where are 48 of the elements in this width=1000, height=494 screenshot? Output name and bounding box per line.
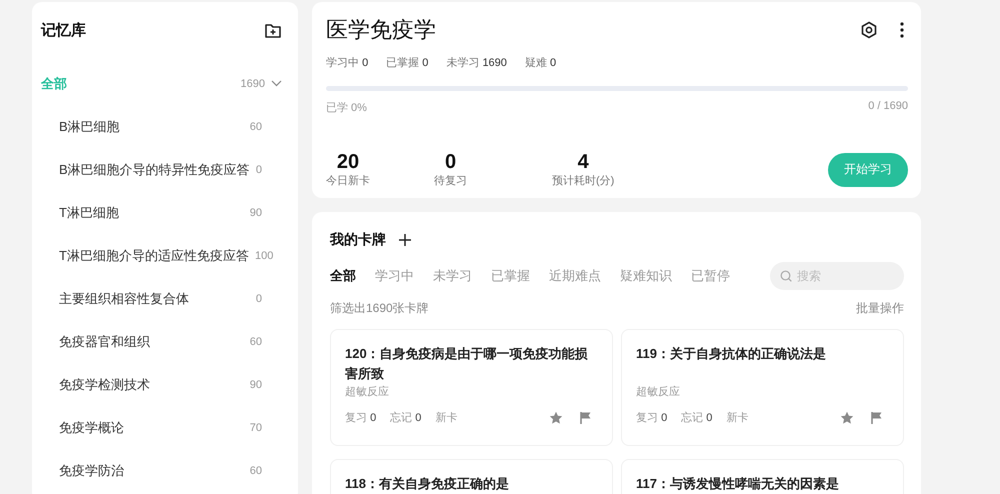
batch-action-link[interactable]: 批量操作 [856, 300, 904, 317]
settings-icon[interactable] [860, 21, 878, 39]
summary-label: 预计耗时(分) [552, 174, 614, 188]
card-stat: 忘记 0 [681, 410, 712, 425]
card-title: 117：与诱发慢性哮喘无关的因素是 [636, 475, 840, 493]
tree-item[interactable]: B淋巴细胞介导的特异性免疫应答 0 [41, 148, 282, 191]
tree-item[interactable]: T淋巴细胞介导的适应性免疫应答 100 [41, 234, 282, 277]
more-icon[interactable] [900, 22, 904, 38]
card-tag: 超敏反应 [636, 384, 889, 399]
card-stat: 复习 0 [636, 411, 668, 425]
deck-title: 医学免疫学 [326, 16, 437, 44]
summary-label: 今日新卡 [326, 174, 370, 188]
deck-stat: 已掌握 0 [386, 56, 428, 70]
summary-value: 0 [444, 151, 456, 173]
chevron-icon [271, 78, 282, 89]
star-icon[interactable] [840, 410, 854, 424]
section-title: 我的卡牌 [330, 231, 386, 249]
filter-tab[interactable]: 全部 [330, 267, 356, 285]
flag-icon[interactable] [870, 410, 883, 424]
star-icon[interactable] [549, 410, 563, 424]
deck-stat: 学习中 0 [326, 56, 368, 70]
card-title: 120：自身免疫病是由于哪一项免疫功能损害所致 [345, 345, 589, 383]
flag-icon[interactable] [579, 410, 592, 424]
tree-item[interactable]: 主要组织相容性复合体 0 [41, 277, 282, 320]
summary-value: 4 [578, 151, 589, 173]
summary-value: 20 [336, 151, 360, 173]
summary-label: 待复习 [434, 174, 467, 188]
progress-reading: 0 / 1690 [868, 100, 908, 114]
tree-item[interactable]: 免疫学检测技术 90 [41, 363, 282, 406]
filter-count: 筛选出1690张卡牌 [330, 300, 429, 317]
tree-item[interactable]: 免疫学防治 60 [41, 449, 282, 492]
card-title: 118：有关自身免疫正确的是 [345, 475, 510, 493]
progress-label: 已学 0% [326, 101, 367, 115]
sidebar-title: 记忆库 [41, 20, 86, 40]
card-stat: 忘记 0 [390, 410, 422, 425]
card-stat: 复习 0 [345, 411, 376, 425]
tree-item[interactable]: T淋巴细胞 90 [41, 191, 282, 234]
card-tag: 超敏反应 [345, 384, 598, 399]
deck-stat: 疑难 0 [524, 56, 556, 70]
card-status: 新卡 [726, 410, 748, 425]
tree-item[interactable]: 免疫器官和组织 60 [41, 320, 282, 363]
tree-item[interactable]: B淋巴细胞 60 [41, 105, 282, 148]
deck-stat: 未学习 1690 [446, 56, 507, 70]
add-icon[interactable] [398, 233, 412, 247]
card-status: 新卡 [435, 410, 458, 425]
card-title: 119：关于自身抗体的正确说法是 [636, 345, 827, 363]
add-folder-icon[interactable] [264, 21, 282, 39]
tree-item[interactable]: 免疫学概论 70 [41, 406, 282, 449]
